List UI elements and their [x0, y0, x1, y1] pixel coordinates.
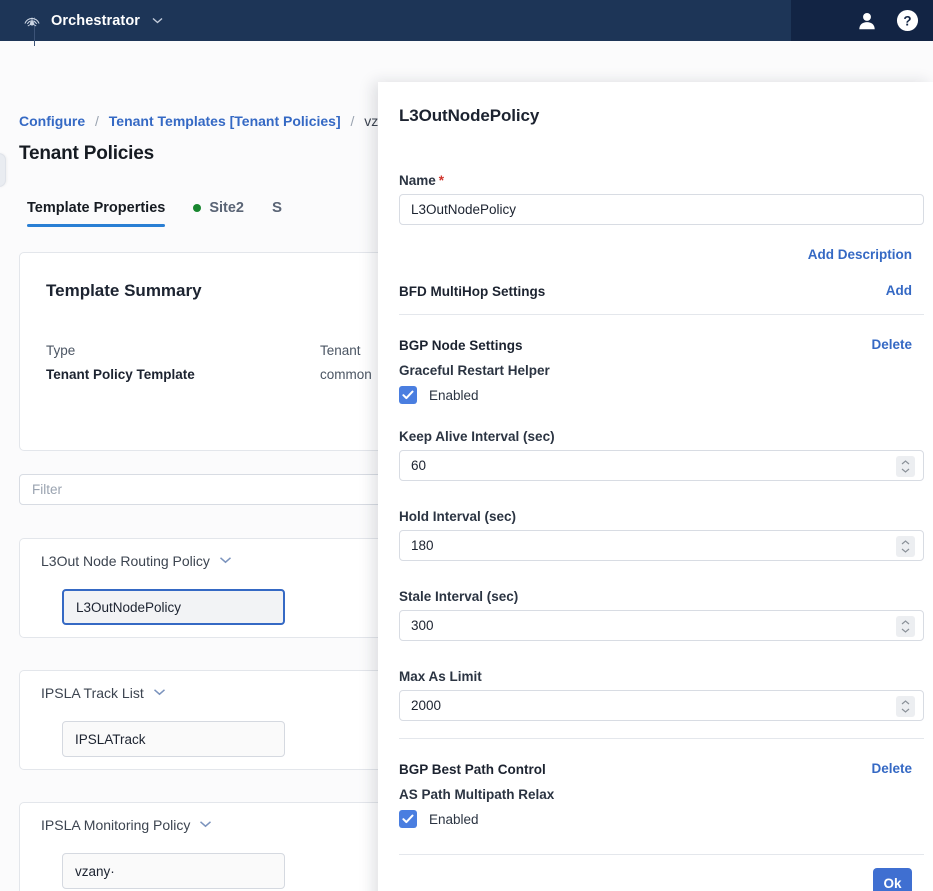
graceful-restart-checkbox-row[interactable]: Enabled — [399, 386, 479, 404]
bgp-node-settings-title: BGP Node Settings — [399, 338, 523, 353]
keep-alive-interval-value: 60 — [411, 458, 427, 473]
max-as-limit-spinner[interactable] — [896, 696, 915, 717]
brand-name: Orchestrator — [51, 12, 141, 29]
policy-chip-vzany[interactable]: vzany· — [62, 853, 285, 889]
brand-area[interactable]: Orchestrator — [22, 11, 163, 46]
user-avatar-icon[interactable] — [855, 9, 879, 33]
summary-column-tenant: Tenant common — [320, 339, 372, 387]
tab-site2[interactable]: Site2 — [193, 200, 244, 227]
svg-text:?: ? — [903, 13, 911, 28]
l3out-node-policy-panel: L3OutNodePolicy Name* Add Description BF… — [378, 82, 933, 891]
section-header-l3out[interactable]: L3Out Node Routing Policy — [41, 553, 232, 569]
panel-body: L3OutNodePolicy Name* Add Description BF… — [378, 82, 933, 891]
keep-alive-spinner[interactable] — [896, 456, 915, 477]
policy-chip-l3outnodepolicy[interactable]: L3OutNodePolicy — [62, 589, 285, 625]
template-summary-title: Template Summary — [46, 281, 202, 300]
section-label-ipsla-monitoring: IPSLA Monitoring Policy — [41, 817, 191, 833]
as-path-multipath-relax-checkbox[interactable] — [399, 810, 417, 828]
required-asterisk: * — [438, 173, 445, 188]
section-header-ipsla-track[interactable]: IPSLA Track List — [41, 685, 166, 701]
panel-title: L3OutNodePolicy — [399, 106, 540, 125]
hold-interval-label: Hold Interval (sec) — [399, 509, 517, 524]
summary-column-type: Type Tenant Policy Template — [46, 339, 195, 387]
hold-interval-stepper[interactable]: 180 — [399, 530, 924, 561]
keep-alive-interval-label: Keep Alive Interval (sec) — [399, 429, 555, 444]
orchestrator-logo-icon — [22, 11, 42, 31]
app-root: Orchestrator ? Configure / Tenant Templa… — [0, 0, 933, 891]
breadcrumb-separator: / — [350, 113, 355, 129]
divider — [399, 738, 924, 739]
chevron-down-icon[interactable] — [153, 688, 166, 699]
page-content: Configure / Tenant Templates [Tenant Pol… — [0, 41, 933, 891]
top-navigation-bar: Orchestrator ? — [0, 0, 933, 46]
chevron-up-icon[interactable] — [901, 539, 910, 546]
site-status-dot-icon — [193, 203, 202, 212]
ok-button[interactable]: Ok — [873, 868, 912, 891]
policy-chip-label: vzany· — [75, 863, 115, 879]
footer-divider — [399, 854, 924, 855]
stale-interval-value: 300 — [411, 618, 434, 633]
name-label-text: Name — [399, 173, 436, 188]
chevron-down-icon[interactable] — [901, 548, 910, 554]
summary-tenant-value: common — [320, 367, 372, 382]
hold-interval-spinner[interactable] — [896, 536, 915, 557]
tab-overflow-label: S — [272, 199, 283, 216]
keep-alive-interval-stepper[interactable]: 60 — [399, 450, 924, 481]
tab-template-properties-label: Template Properties — [27, 199, 166, 216]
name-field-label: Name * — [399, 173, 444, 188]
policy-chip-ipslatrack[interactable]: IPSLATrack — [62, 721, 285, 757]
tab-site2-label: Site2 — [209, 199, 245, 216]
bgp-node-delete-link[interactable]: Delete — [871, 337, 912, 352]
graceful-restart-helper-label: Graceful Restart Helper — [399, 363, 550, 378]
graceful-restart-checkbox[interactable] — [399, 386, 417, 404]
stale-interval-stepper[interactable]: 300 — [399, 610, 924, 641]
bgp-best-path-control-title: BGP Best Path Control — [399, 762, 546, 777]
chevron-down-icon[interactable] — [901, 468, 910, 474]
breadcrumb-separator: / — [95, 113, 99, 129]
summary-type-label: Type — [46, 343, 76, 358]
as-path-enabled-label: Enabled — [429, 811, 479, 827]
policy-chip-label: IPSLATrack — [75, 731, 146, 747]
summary-tenant-label: Tenant — [320, 343, 361, 358]
add-description-link[interactable]: Add Description — [808, 247, 912, 262]
tab-template-properties[interactable]: Template Properties — [27, 199, 166, 227]
max-as-limit-stepper[interactable]: 2000 — [399, 690, 924, 721]
chevron-down-icon[interactable] — [199, 820, 212, 831]
as-path-multipath-relax-label: AS Path Multipath Relax — [399, 787, 555, 802]
bgp-best-path-delete-link[interactable]: Delete — [871, 761, 912, 776]
bfd-add-link[interactable]: Add — [886, 283, 912, 298]
chevron-up-icon[interactable] — [901, 699, 910, 706]
summary-type-value: Tenant Policy Template — [46, 367, 195, 382]
sidebar-collapse-handle[interactable] — [0, 153, 6, 187]
max-as-limit-value: 2000 — [411, 698, 442, 713]
name-input[interactable] — [399, 194, 924, 225]
chevron-down-icon[interactable] — [901, 708, 910, 714]
bfd-multihop-settings-title: BFD MultiHop Settings — [399, 284, 546, 299]
divider — [399, 314, 924, 315]
topbar-actions: ? — [855, 0, 919, 41]
chevron-up-icon[interactable] — [901, 459, 910, 466]
stale-interval-label: Stale Interval (sec) — [399, 589, 519, 604]
section-header-ipsla-monitoring[interactable]: IPSLA Monitoring Policy — [41, 817, 212, 833]
chevron-down-icon[interactable] — [219, 556, 232, 567]
chevron-down-icon[interactable] — [152, 15, 163, 27]
as-path-multipath-relax-checkbox-row[interactable]: Enabled — [399, 810, 479, 828]
section-label-l3out: L3Out Node Routing Policy — [41, 553, 210, 569]
stale-interval-spinner[interactable] — [896, 616, 915, 637]
chevron-down-icon[interactable] — [901, 628, 910, 634]
help-question-icon[interactable]: ? — [895, 9, 919, 33]
max-as-limit-label: Max As Limit — [399, 669, 482, 684]
section-label-ipsla-track: IPSLA Track List — [41, 685, 144, 701]
breadcrumb-item-configure[interactable]: Configure — [19, 113, 85, 129]
breadcrumb: Configure / Tenant Templates [Tenant Pol… — [19, 113, 378, 129]
tab-bar: Template Properties Site2 S — [27, 199, 282, 227]
graceful-restart-enabled-label: Enabled — [429, 387, 479, 403]
policy-chip-label: L3OutNodePolicy — [76, 599, 182, 615]
tab-overflow[interactable]: S — [272, 199, 282, 227]
breadcrumb-item-current: vz — [364, 113, 379, 129]
chevron-up-icon[interactable] — [901, 619, 910, 626]
hold-interval-value: 180 — [411, 538, 434, 553]
breadcrumb-item-tenant-templates[interactable]: Tenant Templates [Tenant Policies] — [109, 113, 341, 129]
page-title: Tenant Policies — [19, 143, 154, 164]
